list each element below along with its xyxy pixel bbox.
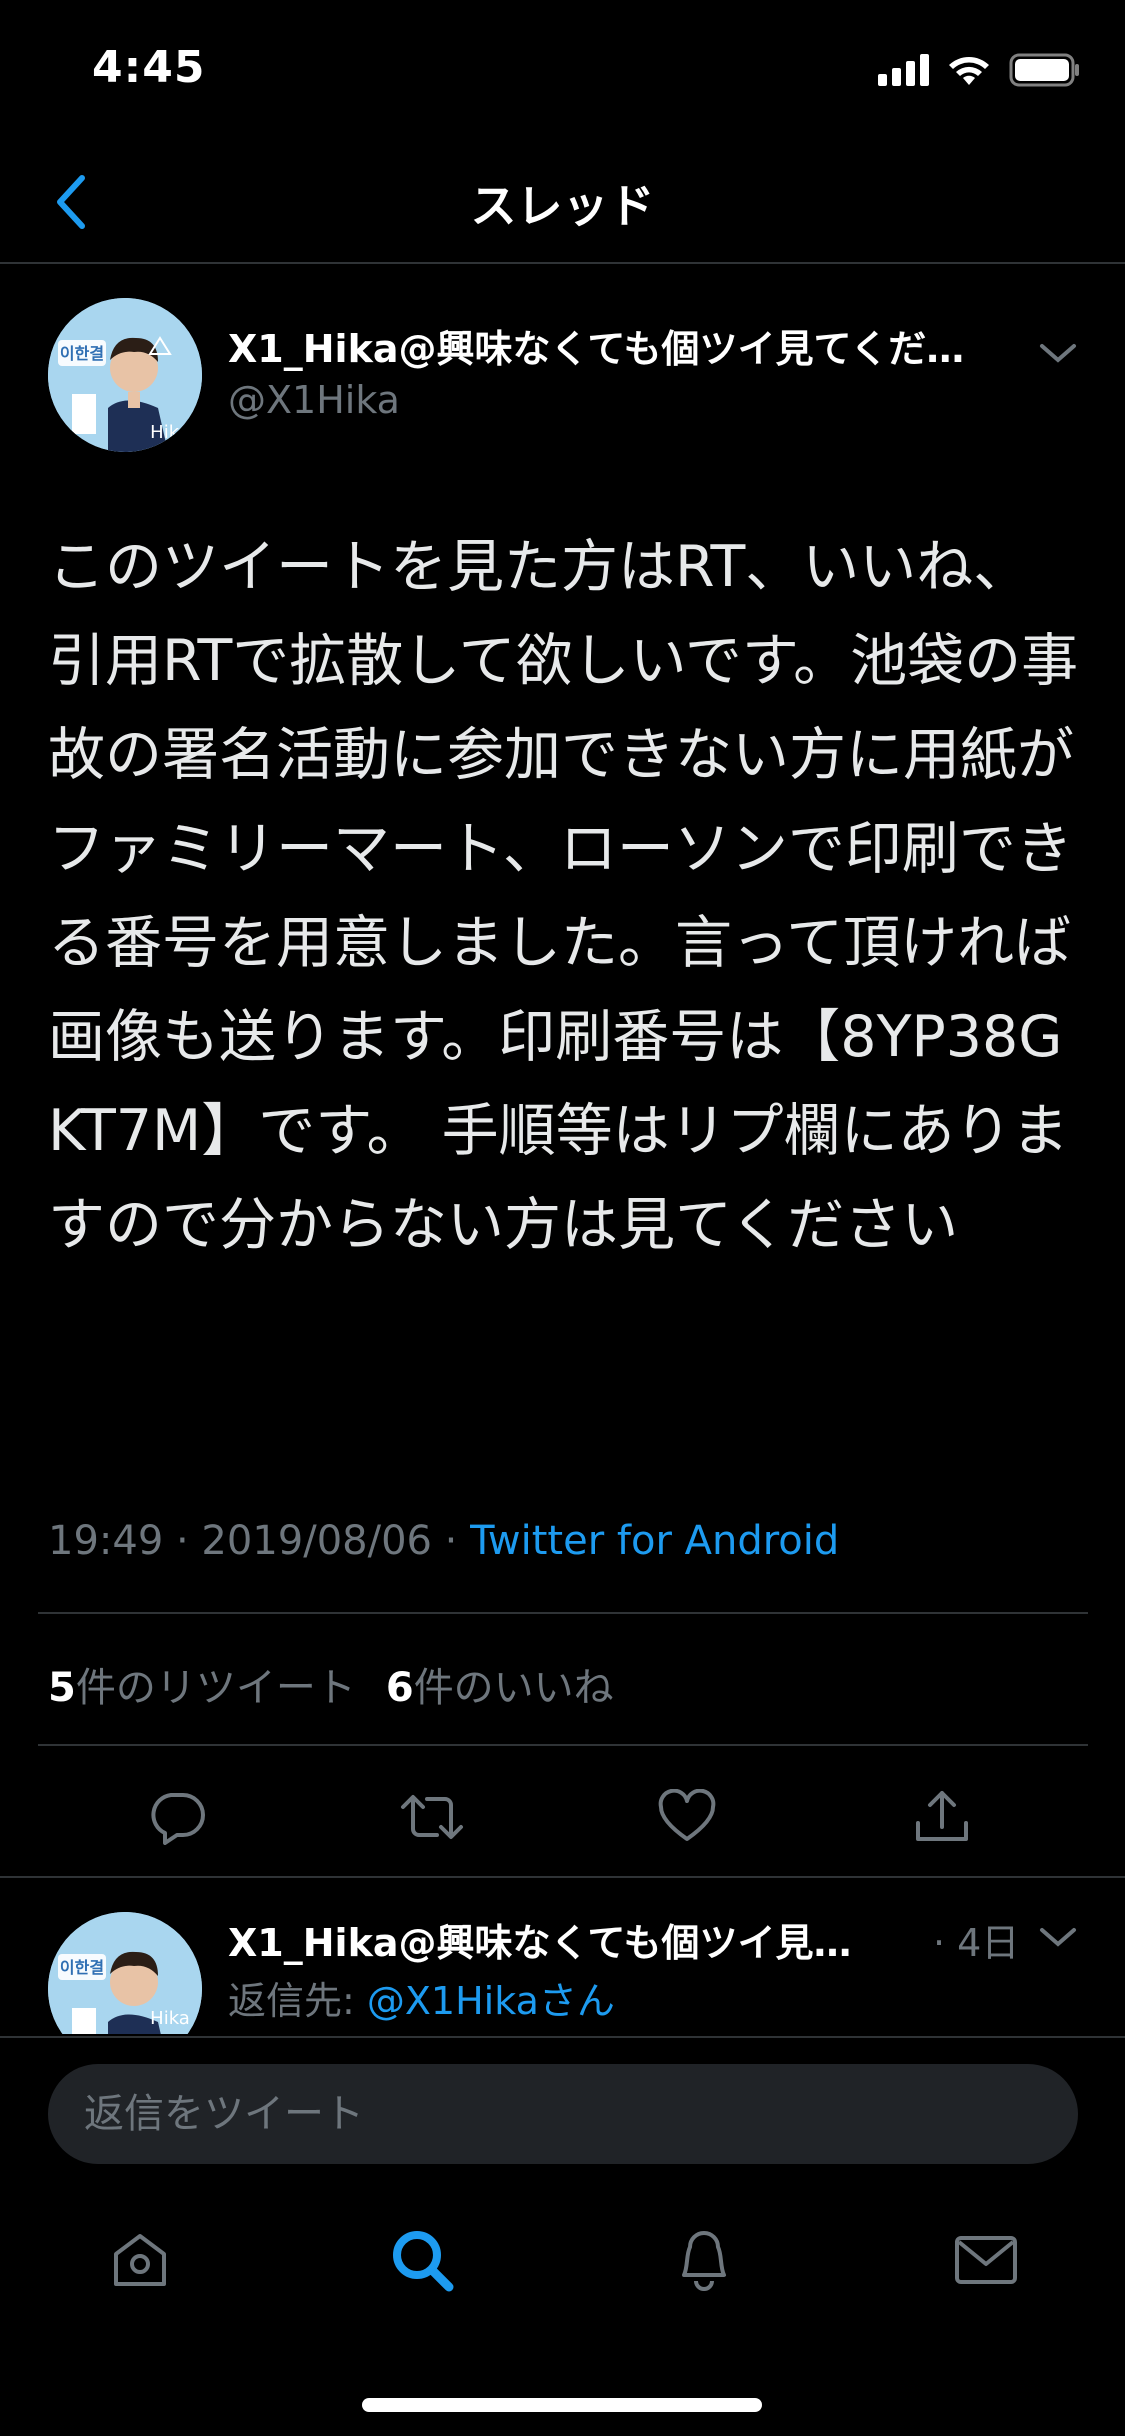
status-bar: 4:45 bbox=[0, 0, 1125, 132]
retweet-label: 件のリツイート bbox=[75, 1665, 356, 1711]
like-count: 6 bbox=[385, 1665, 414, 1711]
reply-compose-input[interactable] bbox=[48, 2064, 1078, 2164]
reply-display-name[interactable]: X1_Hika@興味なくても個ツイ見… bbox=[228, 1912, 928, 1967]
like-button[interactable] bbox=[652, 1782, 722, 1852]
user-handle[interactable]: @X1Hika bbox=[228, 378, 400, 422]
wifi-icon bbox=[949, 57, 989, 85]
avatar-name-text: 이한결 bbox=[60, 344, 104, 363]
display-name[interactable]: X1_Hika@興味なくても個ツイ見てくだ… bbox=[228, 318, 1078, 373]
tweet-actions bbox=[0, 1770, 1125, 1860]
divider bbox=[38, 1744, 1088, 1746]
retweet-count: 5 bbox=[48, 1665, 76, 1711]
heart-icon bbox=[658, 1789, 716, 1841]
divider bbox=[38, 1612, 1088, 1614]
chevron-down-icon bbox=[1040, 344, 1076, 363]
divider bbox=[0, 1876, 1125, 1878]
avatar-caption-text: Hika bbox=[150, 2008, 190, 2029]
search-icon bbox=[393, 2231, 454, 2292]
status-icons bbox=[878, 50, 1081, 90]
battery-icon bbox=[1009, 53, 1079, 87]
retweet-stat[interactable]: 5件のリツイート bbox=[48, 1655, 356, 1713]
reply-avatar[interactable]: 이한결 Hika bbox=[48, 1912, 202, 2034]
page-title: スレッド bbox=[470, 179, 655, 233]
cellular-signal-icon bbox=[878, 54, 929, 86]
status-time: 4:45 bbox=[92, 42, 206, 93]
reply-to-handle[interactable]: @X1Hikaさん bbox=[367, 1979, 615, 2023]
retweet-button[interactable] bbox=[397, 1782, 467, 1852]
tweet-header: 이한결 Hika X1_Hika@興味なくても個ツイ見てくだ… @X1Hika bbox=[48, 298, 1088, 458]
tweet-text: このツイートを見た方はRT、いいね、引用RTで拡散して欲しいです。池袋の事故の署… bbox=[48, 534, 1079, 1258]
tab-search[interactable] bbox=[382, 2220, 462, 2300]
reply-icon bbox=[151, 1793, 205, 1845]
tweet-stats: 5件のリツイート 6件のいいね bbox=[48, 1655, 614, 1713]
nav-header: スレッド bbox=[0, 132, 1125, 264]
share-button[interactable] bbox=[907, 1782, 977, 1852]
share-icon bbox=[916, 1791, 968, 1841]
reply-to-prefix: 返信先: bbox=[228, 1979, 367, 2023]
home-indicator[interactable] bbox=[362, 2398, 762, 2412]
compose-area bbox=[0, 2036, 1125, 2166]
reply-to: 返信先: @X1Hikaさん bbox=[228, 1970, 615, 2025]
avatar-name-text: 이한결 bbox=[60, 1958, 104, 1977]
retweet-icon bbox=[401, 1795, 463, 1839]
mail-icon bbox=[955, 2236, 1017, 2284]
bell-icon bbox=[682, 2231, 726, 2291]
reply-time: · 4日 bbox=[933, 1921, 1020, 1965]
chevron-down-icon bbox=[1040, 1928, 1076, 1947]
tab-home[interactable] bbox=[100, 2220, 180, 2300]
avatar[interactable]: 이한결 Hika bbox=[48, 298, 202, 452]
more-options-button[interactable] bbox=[1038, 338, 1088, 378]
avatar-caption-text: Hika bbox=[150, 422, 190, 443]
reply-button[interactable] bbox=[142, 1782, 212, 1852]
home-icon bbox=[114, 2234, 166, 2286]
tweet-meta: 19:49 · 2019/08/06 · Twitter for Android bbox=[48, 1518, 839, 1564]
tweet-source-link[interactable]: Twitter for Android bbox=[470, 1518, 839, 1564]
tab-messages[interactable] bbox=[946, 2220, 1026, 2300]
tweet-timestamp: 19:49 · 2019/08/06 · bbox=[48, 1518, 471, 1564]
reply-tweet[interactable]: 이한결 Hika X1_Hika@興味なくても個ツイ見… · 4日 返信先: @… bbox=[48, 1912, 1088, 2034]
like-stat[interactable]: 6件のいいね bbox=[386, 1655, 614, 1713]
like-label: 件のいいね bbox=[413, 1665, 614, 1711]
tab-notifications[interactable] bbox=[664, 2220, 744, 2300]
reply-more-options-button[interactable] bbox=[1038, 1922, 1088, 1962]
tab-bar bbox=[0, 2190, 1125, 2330]
